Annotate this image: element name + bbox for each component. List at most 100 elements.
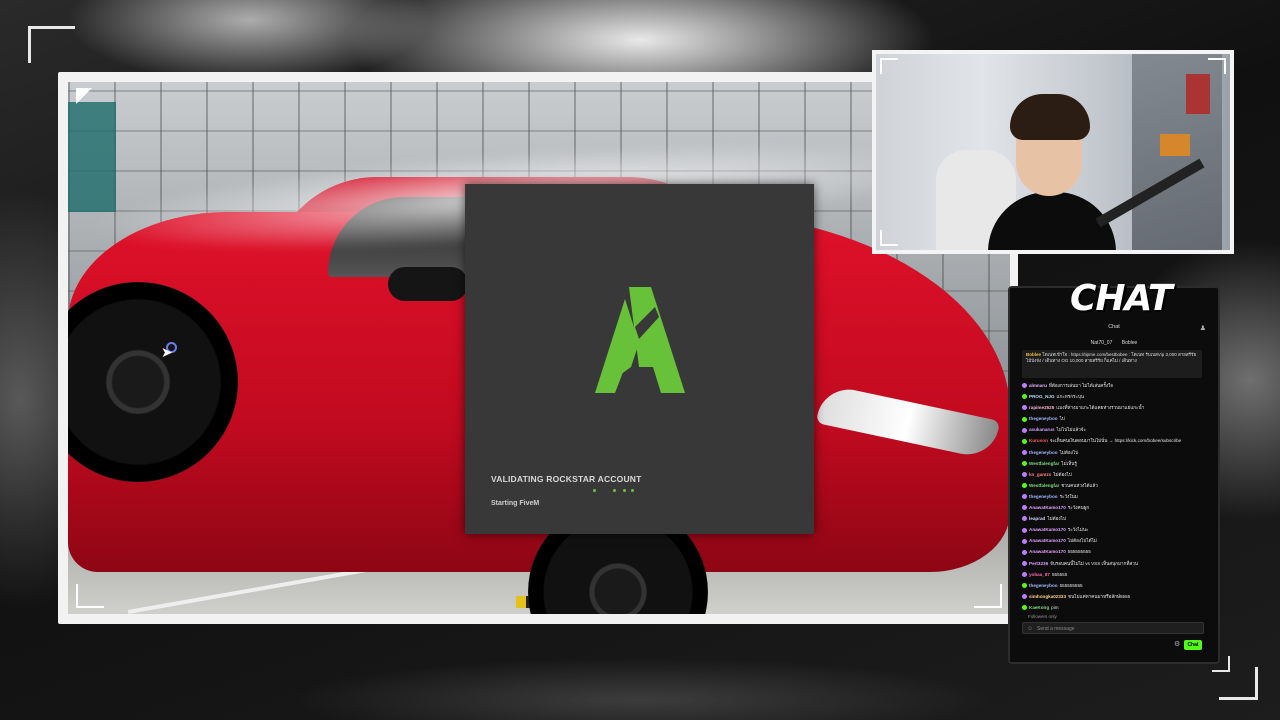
chat-message-text: จับรอบคนนี้ไม่ไม่ vs VSS เห็นสนุกมากที่ส… [1050, 560, 1138, 566]
user-badge-icon [1022, 427, 1027, 433]
chat-message: AnawatKamo170 555555555 [1022, 546, 1208, 557]
chat-username[interactable]: thegeneyboo [1029, 450, 1058, 455]
chat-header: Chat [1108, 324, 1120, 330]
chat-message-text: จะเห็นคนเงินดอนมาในไม่นั่น → https://kic… [1049, 438, 1182, 444]
game-corner-bottom-right [974, 584, 1002, 608]
user-list-icon[interactable]: ♟ [1200, 324, 1206, 332]
pinned-message: Boblee โดเนทเข้าใจ : https://tipme.com/b… [1022, 350, 1202, 378]
chat-message: almnaru ที่ต้องการเล่นมา ไม่ได้เล่นครั้งใ… [1022, 380, 1208, 391]
loading-title: VALIDATING ROCKSTAR ACCOUNT [491, 474, 642, 484]
loading-dot [593, 489, 596, 492]
chat-username[interactable]: Pert3236 [1029, 561, 1048, 566]
shelf-item [1160, 134, 1190, 156]
loading-dot [631, 489, 634, 492]
chat-message-text: ที่ต้องการเล่นมา ไม่ได้เล่นครั้งใจ [1048, 383, 1114, 388]
loading-dot [613, 489, 616, 492]
chat-message: AnawatKamo170 ระวังไม่นะ [1022, 524, 1208, 535]
chat-username[interactable]: almnaru [1029, 383, 1047, 388]
chat-username[interactable]: thegeneyboo [1029, 416, 1058, 421]
chat-message: thegeneyboo 555555555 [1022, 580, 1208, 591]
chat-message: thegeneyboo ระวังในม [1022, 491, 1208, 502]
emote-icon[interactable]: ☺ [1027, 623, 1033, 635]
chat-message-text: แกะทรกระบุน [1056, 394, 1085, 400]
chat-username[interactable]: kn_gamzs [1029, 472, 1051, 477]
chat-username[interactable]: thegeneyboo [1029, 494, 1058, 499]
chat-message: KaeKong pim [1022, 602, 1208, 612]
streamer-hair [1010, 94, 1090, 140]
chat-message-text: ไม่เห็นรู้ [1061, 460, 1077, 466]
chat-send-button[interactable]: Chat [1184, 640, 1202, 650]
webcam-corner [1208, 58, 1226, 74]
user-badge-icon [1022, 605, 1027, 611]
user-badge-icon [1022, 505, 1027, 511]
user-badge-icon [1022, 383, 1027, 389]
loading-dot [623, 489, 626, 492]
chat-username[interactable]: AnawatKamo170 [1029, 505, 1066, 510]
user-badge-icon [1022, 516, 1027, 522]
chat-message: Westfalengfar ไม่เห็นรู้ [1022, 458, 1208, 469]
user-badge-icon [1022, 560, 1027, 566]
chat-message: asukanarus ไม่ไปไม่แล้วจ้ะ [1022, 424, 1208, 435]
chat-message-text: ชวนคนห่วงได้แล้ว [1061, 482, 1098, 488]
user-badge-icon [1022, 416, 1027, 422]
user-badge-icon [1022, 571, 1027, 577]
chat-username[interactable]: AnawatKamo170 [1029, 549, 1066, 554]
chat-message-text: ระวังไม่นะ [1067, 527, 1089, 533]
chat-message-text: ไม่ต้องไป [1059, 449, 1079, 455]
chat-message-text: ขนไม่แค่หาคนมาหรือลักษ์5555 [1068, 593, 1131, 599]
chat-username[interactable]: yobaa_87 [1029, 572, 1050, 577]
chat-username[interactable]: AnawatKamo170 [1029, 538, 1066, 543]
webcam-corner [880, 58, 898, 74]
chat-username[interactable]: PROG_NJG [1029, 394, 1055, 399]
webcam-corner [880, 230, 898, 246]
chat-message-text: 555555555 [1067, 549, 1091, 555]
fivem-logo-icon [595, 287, 685, 393]
chat-input[interactable]: ☺ Send a message [1022, 622, 1204, 634]
chat-username[interactable]: AnawatKamo170 [1029, 527, 1066, 532]
user-badge-icon [1022, 472, 1027, 478]
chat-message: kn_gamzs ไม่ต้องไป [1022, 469, 1208, 480]
game-corner-top-left [76, 88, 92, 104]
user-badge-icon [1022, 582, 1027, 588]
fivem-loading-dialog: VALIDATING ROCKSTAR ACCOUNT Starting Fiv… [465, 184, 814, 534]
chat-input-placeholder: Send a message [1037, 626, 1075, 632]
chat-username[interactable]: Kuruson [1029, 438, 1048, 443]
chat-message: leaprad ไม่ต้องไป [1022, 513, 1208, 524]
user-badge-icon [1022, 449, 1027, 455]
chat-username[interactable]: KaeKong [1029, 605, 1049, 610]
pinned-user[interactable]: Boblee [1122, 340, 1138, 346]
chat-username[interactable]: rapime2525 [1029, 405, 1054, 410]
chat-message: rapime2525 แมงที่ห่างมาแกะได้แคยห่างรวบมา… [1022, 402, 1208, 413]
user-badge-icon [1022, 494, 1027, 500]
chat-username[interactable]: thegeneyboo [1029, 583, 1058, 588]
user-badge-icon [1022, 405, 1027, 411]
chat-message-text: 555555555 [1059, 582, 1083, 588]
chat-username[interactable]: asukanarus [1029, 427, 1055, 432]
pinned-user[interactable]: Nat70_07 [1091, 340, 1113, 346]
loading-dots [593, 489, 643, 493]
user-badge-icon [1022, 438, 1027, 444]
gear-icon[interactable]: ⚙ [1174, 640, 1180, 648]
pinned-users: Nat70_07 Boblee [1010, 340, 1218, 346]
pinned-message-text: โดเนทเข้าใจ : https://tipme.com/bestbobe… [1026, 352, 1197, 364]
chat-message: AnawatKamo170 ระวังคนผูก [1022, 502, 1208, 513]
chat-message-text: ไป [1059, 416, 1065, 422]
chat-message: thegeneyboo ไม่ต้องไป [1022, 447, 1208, 458]
chat-message: Westfalengfar ชวนคนห่วงได้แล้ว [1022, 480, 1208, 491]
chat-message-text: ไม่ต้องไปได้ไม่ [1067, 538, 1097, 544]
chat-message: PROG_NJG แกะทรกระบุน [1022, 391, 1208, 402]
user-badge-icon [1022, 394, 1027, 400]
overlay-corner-top-left [28, 26, 75, 63]
chat-username[interactable]: simhongka02333 [1029, 594, 1066, 599]
chat-message: Pert3236 จับรอบคนนี้ไม่ไม่ vs VSS เห็นสนุ… [1022, 558, 1208, 569]
chat-username[interactable]: Westfalengfar [1029, 483, 1059, 488]
chat-message-text: แมงที่ห่างมาแกะได้แคยห่างรวบมาแย่แกะน้ำ [1056, 405, 1145, 411]
chat-messages[interactable]: almnaru ที่ต้องการเล่นมา ไม่ได้เล่นครั้งใ… [1022, 380, 1208, 612]
chat-brand-title: CHAT [1070, 278, 1173, 319]
chat-message-text: ไม่ไปไม่แล้วจ้ะ [1056, 427, 1086, 433]
chat-username[interactable]: leaprad [1029, 516, 1045, 521]
shelf-item [1186, 74, 1210, 114]
chat-message-text: 555555 [1051, 571, 1068, 577]
chat-username[interactable]: Westfalengfar [1029, 461, 1059, 466]
user-badge-icon [1022, 460, 1027, 466]
